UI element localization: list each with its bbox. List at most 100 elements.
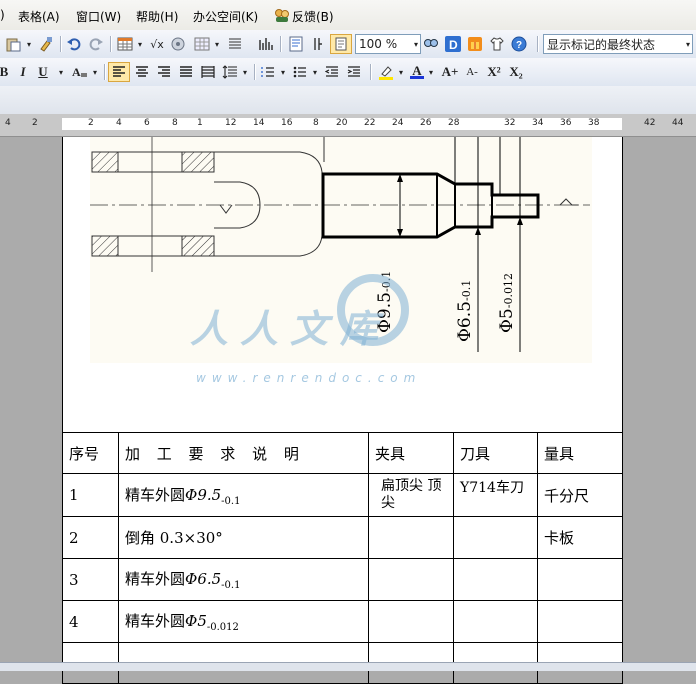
superscript-button[interactable]: X² <box>484 62 504 82</box>
ruler-tick: 4 <box>5 118 11 128</box>
ruler-tick: 32 <box>504 118 516 128</box>
undo-icon[interactable] <box>64 34 84 54</box>
cell-no: 2 <box>62 516 119 559</box>
drawing-chart-icon[interactable] <box>256 34 276 54</box>
research-icon[interactable] <box>422 34 440 54</box>
charborder-dropdown-icon[interactable]: ▾ <box>90 62 100 82</box>
distributed-icon[interactable] <box>198 62 218 82</box>
table-header-row: 序号 加 工 要 求 说 明 夹具 刀具 量具 <box>62 432 623 474</box>
line-spacing-icon[interactable] <box>220 62 240 82</box>
table-row: 4 精车外圆Φ5-0.012 <box>62 600 623 643</box>
align-right-icon[interactable] <box>154 62 174 82</box>
horizontal-ruler[interactable]: 4 2 2 4 6 8 1 12 14 16 8 20 22 24 26 28 … <box>0 114 696 137</box>
bullets-icon[interactable] <box>290 62 310 82</box>
zoom-select[interactable]: 100 % ▾ <box>355 34 421 54</box>
standard-toolbar: ▾ ▾ √x ▾ 100 % ▾ D ? 显示标记的最终状态 ▾ <box>0 30 696 59</box>
gift-icon[interactable] <box>466 34 484 54</box>
paste-dropdown-icon[interactable]: ▾ <box>24 34 34 54</box>
align-center-icon[interactable] <box>132 62 152 82</box>
help-icon[interactable]: ? <box>510 34 528 54</box>
ruler-tick: 36 <box>560 118 572 128</box>
ruler-tick: 8 <box>313 118 319 128</box>
increase-indent-icon[interactable] <box>344 62 364 82</box>
menu-table[interactable]: 表格(A) <box>18 8 60 25</box>
document-map-icon[interactable] <box>286 34 306 54</box>
italic-button[interactable]: I <box>14 62 32 82</box>
ruler-tick: 6 <box>144 118 150 128</box>
grid-dropdown-icon[interactable]: ▾ <box>212 34 222 54</box>
menu-fragment: ) <box>0 8 5 22</box>
cell-fixture <box>368 558 454 601</box>
highlight-dropdown-icon[interactable]: ▾ <box>396 62 406 82</box>
table-row: 3 精车外圆Φ6.5-0.1 <box>62 558 623 601</box>
decrease-indent-icon[interactable] <box>322 62 342 82</box>
header-cell: 夹具 <box>368 432 454 474</box>
table-grid-icon[interactable] <box>192 34 212 54</box>
print-layout-icon[interactable] <box>330 34 352 54</box>
d-app-icon[interactable]: D <box>444 34 462 54</box>
fontcolor-dropdown-icon[interactable]: ▾ <box>426 62 436 82</box>
grow-font-button[interactable]: A+ <box>440 62 460 82</box>
ruler-tick: 44 <box>672 118 684 128</box>
zoom-value: 100 % <box>359 37 398 51</box>
ruler-tick: 4 <box>116 118 122 128</box>
cell-gauge: 卡板 <box>537 516 623 559</box>
cell-fixture <box>368 600 454 643</box>
cell-tool <box>453 600 538 643</box>
underline-button[interactable]: U <box>34 62 52 82</box>
formatting-toolbar: B I U ▾ A ▾ ▾ ▾ ▾ ▾ A ▾ A+ A- X² X₂ <box>0 58 696 87</box>
table-dropdown-icon[interactable]: ▾ <box>135 34 145 54</box>
formula-icon[interactable]: √x <box>147 34 167 54</box>
table-row: 2 倒角 0.3×30° 卡板 <box>62 516 623 559</box>
dim-label-6-5: Φ6.5-0.1 <box>455 279 475 342</box>
menu-help[interactable]: 帮助(H) <box>136 8 178 25</box>
menu-office-space[interactable]: 办公空间(K) <box>193 8 258 25</box>
bold-button[interactable]: B <box>0 62 12 82</box>
svg-text:?: ? <box>516 40 522 51</box>
shirt-icon[interactable] <box>488 34 506 54</box>
toolbar-band <box>0 86 696 115</box>
cell-tool: Y714车刀 <box>453 473 538 517</box>
font-color-button[interactable]: A <box>408 62 426 82</box>
spacing-dropdown-icon[interactable]: ▾ <box>240 62 250 82</box>
underline-dropdown-icon[interactable]: ▾ <box>56 62 66 82</box>
paragraph-marks-icon[interactable] <box>308 34 328 54</box>
shrink-font-button[interactable]: A- <box>462 62 482 82</box>
ruler-tick: 8 <box>172 118 178 128</box>
ruler-tick: 34 <box>532 118 544 128</box>
cell-desc: 倒角 0.3×30° <box>118 516 369 559</box>
justify-icon[interactable] <box>176 62 196 82</box>
table-left-border <box>62 137 63 433</box>
menu-feedback[interactable]: 反馈(B) <box>292 8 334 25</box>
char-border-icon[interactable]: A <box>70 62 90 82</box>
ruler-tick: 26 <box>420 118 432 128</box>
tools-icon[interactable] <box>169 34 187 54</box>
header-cell: 刀具 <box>453 432 538 474</box>
paste-icon[interactable] <box>2 34 24 54</box>
ruler-tick: 28 <box>448 118 460 128</box>
numbering-dropdown-icon[interactable]: ▾ <box>278 62 288 82</box>
svg-text:A: A <box>72 65 81 79</box>
redo-icon[interactable] <box>86 34 106 54</box>
markup-view-select[interactable]: 显示标记的最终状态 ▾ <box>543 34 693 54</box>
cell-gauge <box>537 600 623 643</box>
columns-icon[interactable] <box>226 34 244 54</box>
cell-gauge: 千分尺 <box>537 473 623 517</box>
cell-desc: 精车外圆Φ6.5-0.1 <box>118 558 369 601</box>
numbering-icon[interactable] <box>258 62 278 82</box>
cell-tool <box>453 516 538 559</box>
feedback-icon[interactable] <box>274 8 290 24</box>
ruler-tick: 22 <box>364 118 376 128</box>
cell-tool <box>453 558 538 601</box>
table-row: 1 精车外圆Φ9.5-0.1 扁顶尖 顶尖 Y714车刀 千分尺 <box>62 473 623 517</box>
subscript-button[interactable]: X₂ <box>506 62 526 82</box>
menu-window[interactable]: 窗口(W) <box>76 8 121 25</box>
format-painter-icon[interactable] <box>36 34 56 54</box>
align-left-icon[interactable] <box>108 62 130 82</box>
ruler-tick: 12 <box>225 118 237 128</box>
header-cell: 加 工 要 求 说 明 <box>118 432 369 474</box>
highlight-icon[interactable] <box>376 62 396 82</box>
insert-table-icon[interactable] <box>115 34 135 54</box>
header-cell: 序号 <box>62 432 119 474</box>
bullets-dropdown-icon[interactable]: ▾ <box>310 62 320 82</box>
